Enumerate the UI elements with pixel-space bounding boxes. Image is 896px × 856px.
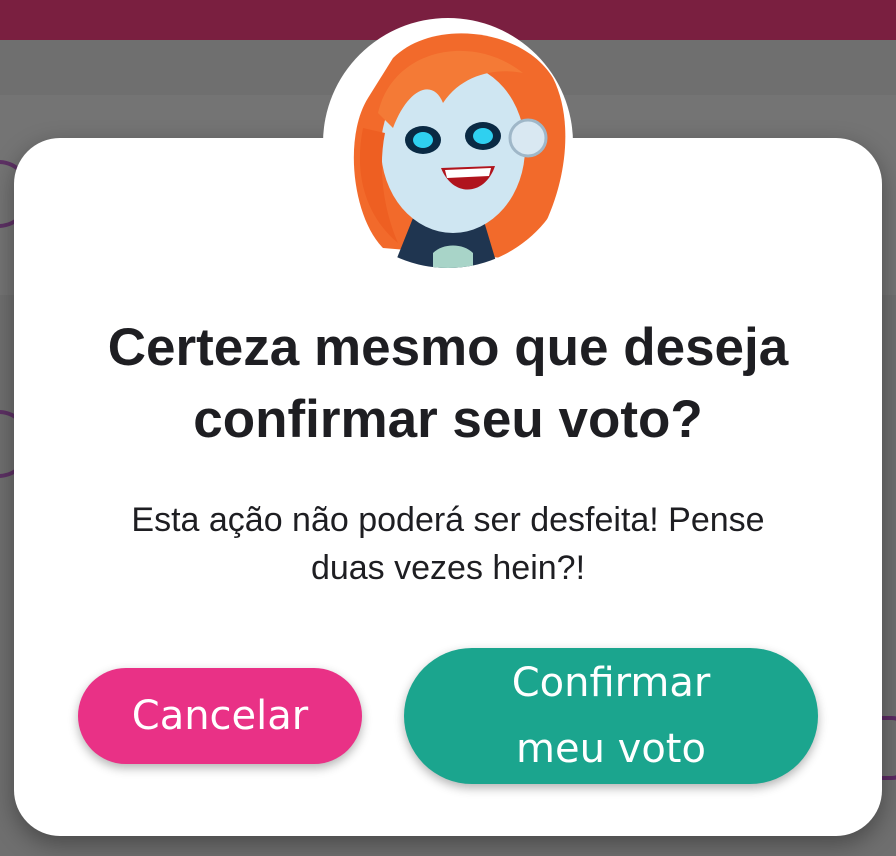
left-iris xyxy=(413,132,433,148)
confirm-vote-label-line-1: Confirmar xyxy=(511,660,711,706)
dialog-title-line-2: confirmar seu voto? xyxy=(193,390,703,449)
confirm-vote-button[interactable]: Confirmar meu voto xyxy=(404,648,818,784)
dialog-message: Esta ação não poderá ser desfeita! Pense… xyxy=(50,496,846,592)
dialog-title-line-1: Certeza mesmo que deseja xyxy=(107,318,789,377)
dialog-title: Certeza mesmo que deseja confirmar seu v… xyxy=(14,312,882,456)
ear xyxy=(508,118,548,158)
dialog-message-line-2: duas vezes hein?! xyxy=(310,549,586,587)
cancel-button[interactable]: Cancelar xyxy=(78,668,362,764)
confirm-vote-label-line-2: meu voto xyxy=(516,726,706,772)
robot-girl-avatar-icon xyxy=(323,18,573,268)
dialog-message-line-1: Esta ação não poderá ser desfeita! Pense xyxy=(131,501,765,539)
avatar-illustration xyxy=(353,33,566,268)
collar xyxy=(433,245,473,268)
right-iris xyxy=(473,128,493,144)
